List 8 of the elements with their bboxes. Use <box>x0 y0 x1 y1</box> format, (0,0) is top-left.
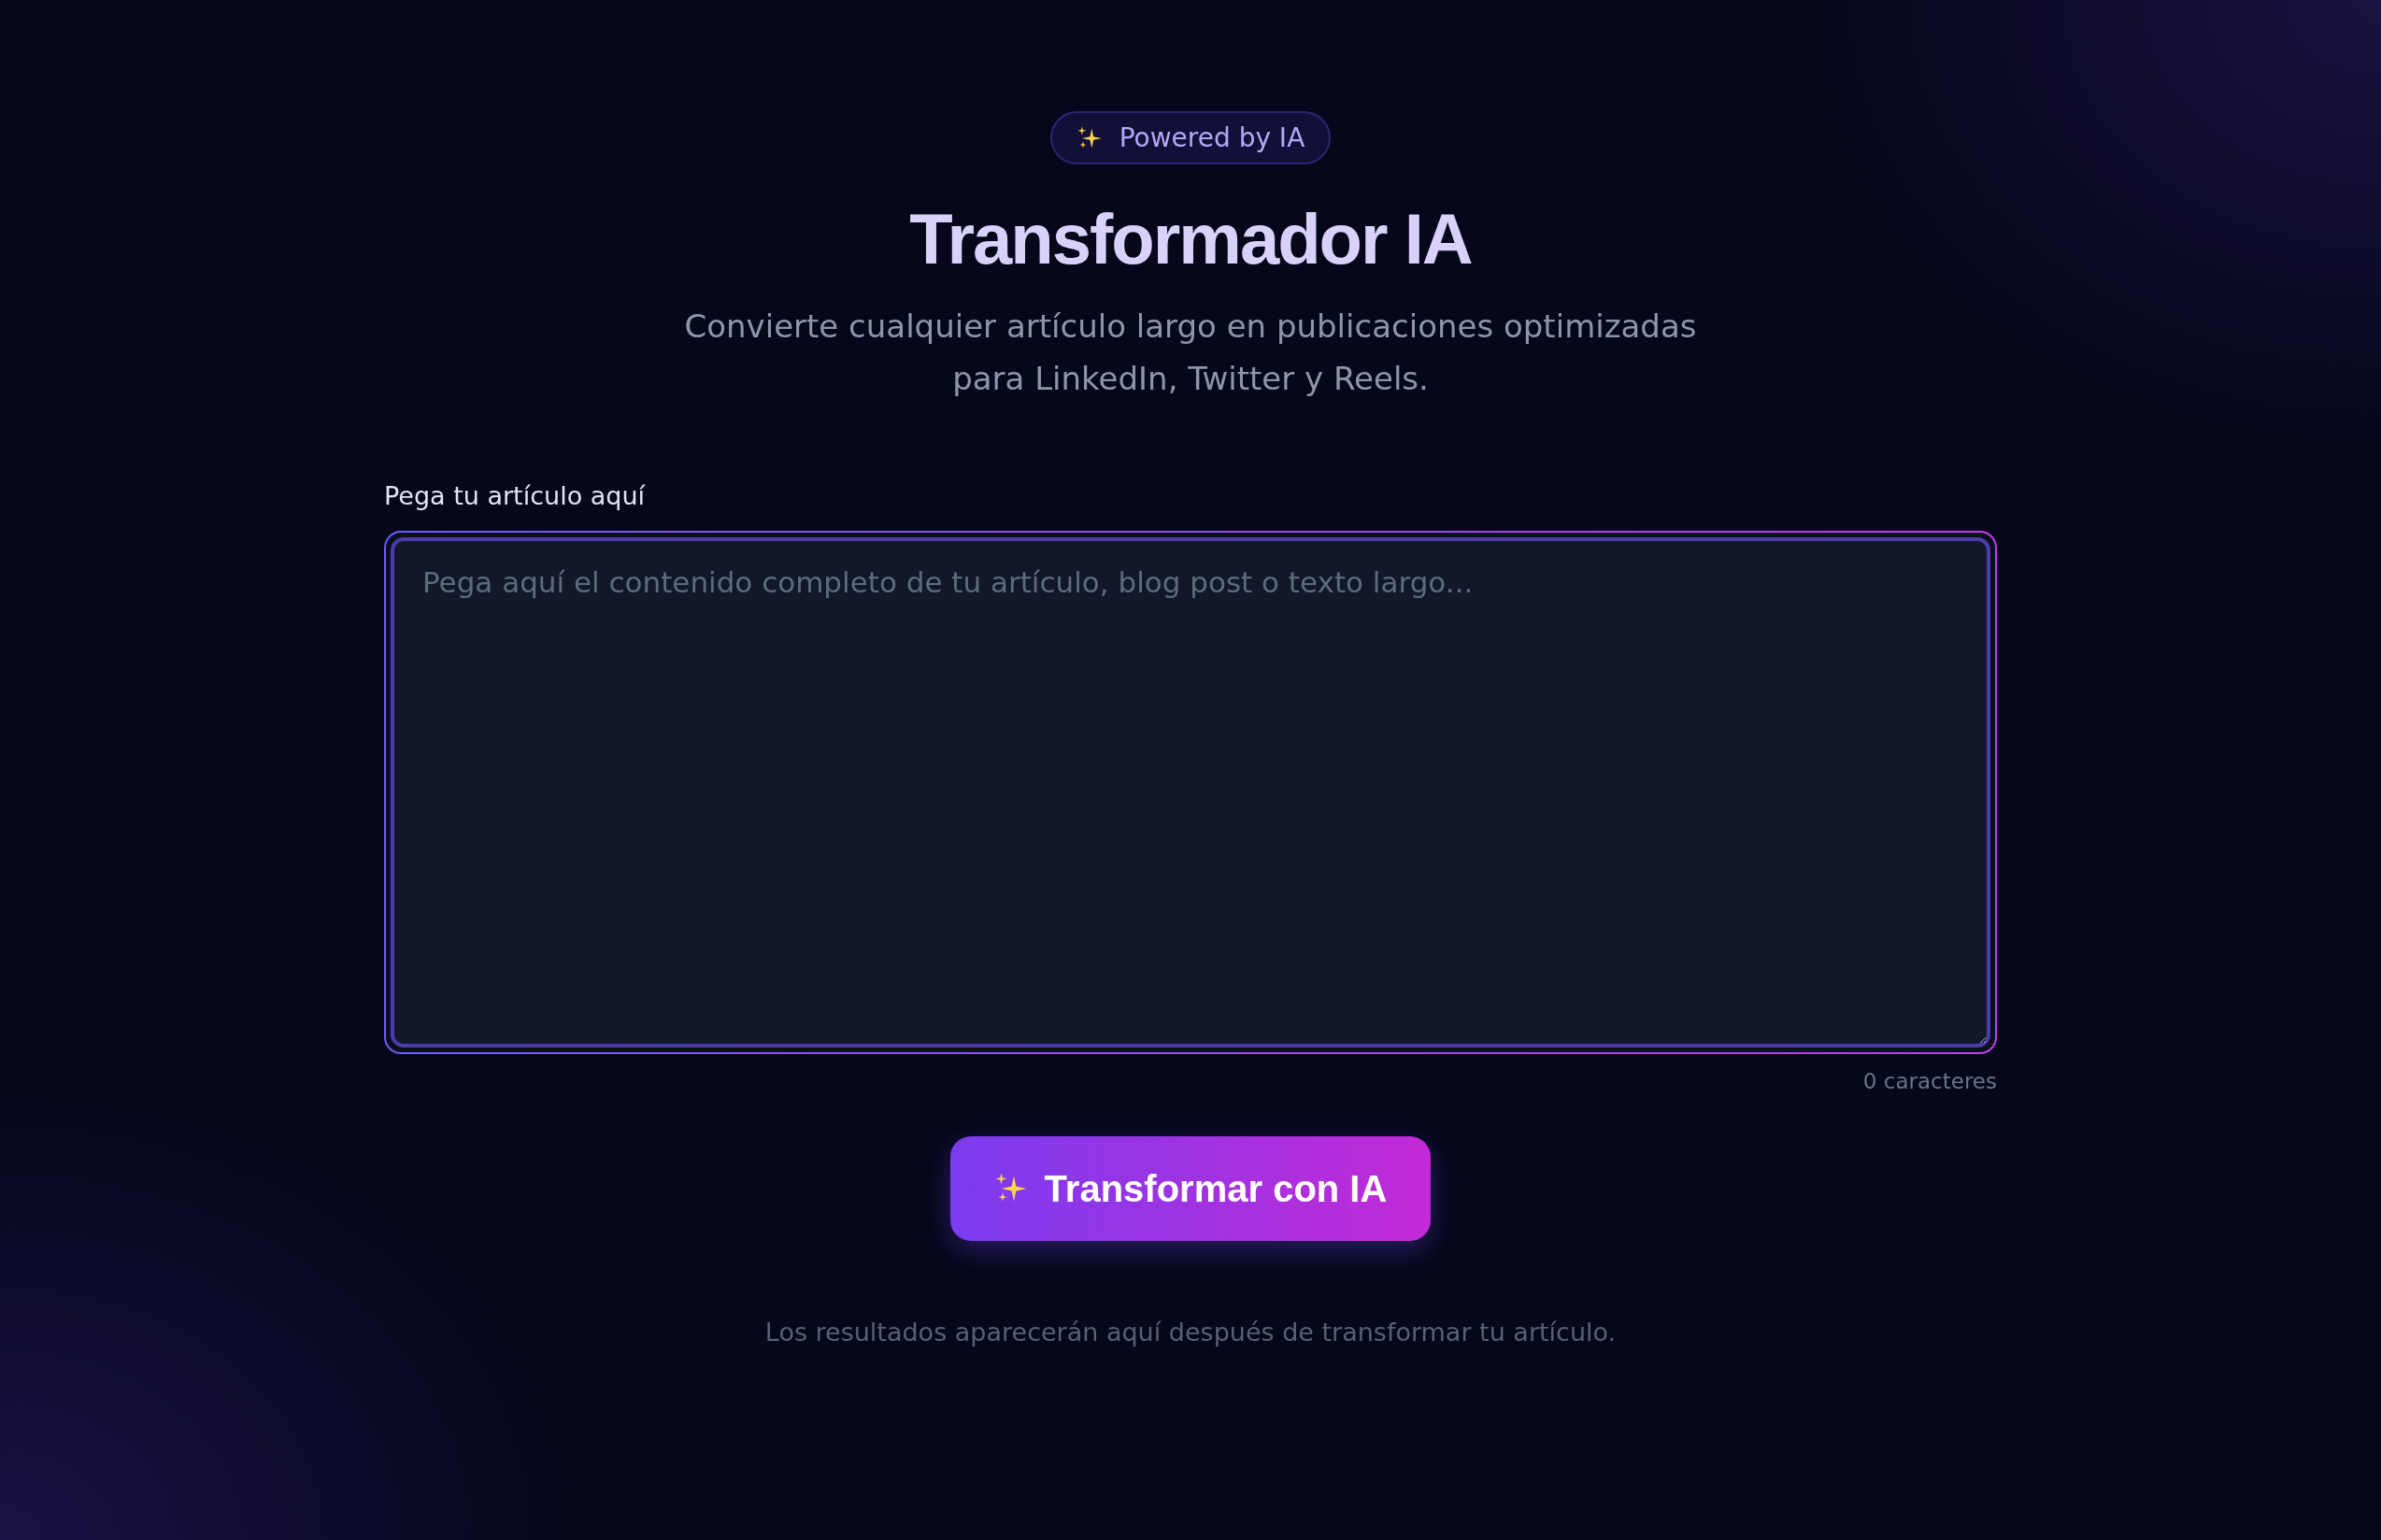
badge-text: Powered by IA <box>1119 122 1305 153</box>
field-label: Pega tu artículo aquí <box>384 481 646 510</box>
page-title: Transformador IA <box>909 198 1472 279</box>
page-subtitle: Convierte cualquier artículo largo en publicaciones optimizadas para LinkedIn, Twitter y Reels. <box>683 307 1698 399</box>
transform-button[interactable]: Transformar con IA <box>950 1136 1431 1241</box>
results-hint: Los resultados aparecerán aquí después de transformar tu artículo. <box>764 1318 1617 1347</box>
character-counter: 0 caracteres <box>1862 1069 1997 1093</box>
article-field[interactable]: Pega aquí el contenido completo de tu artículo, blog post o texto largo... <box>384 531 1997 1054</box>
